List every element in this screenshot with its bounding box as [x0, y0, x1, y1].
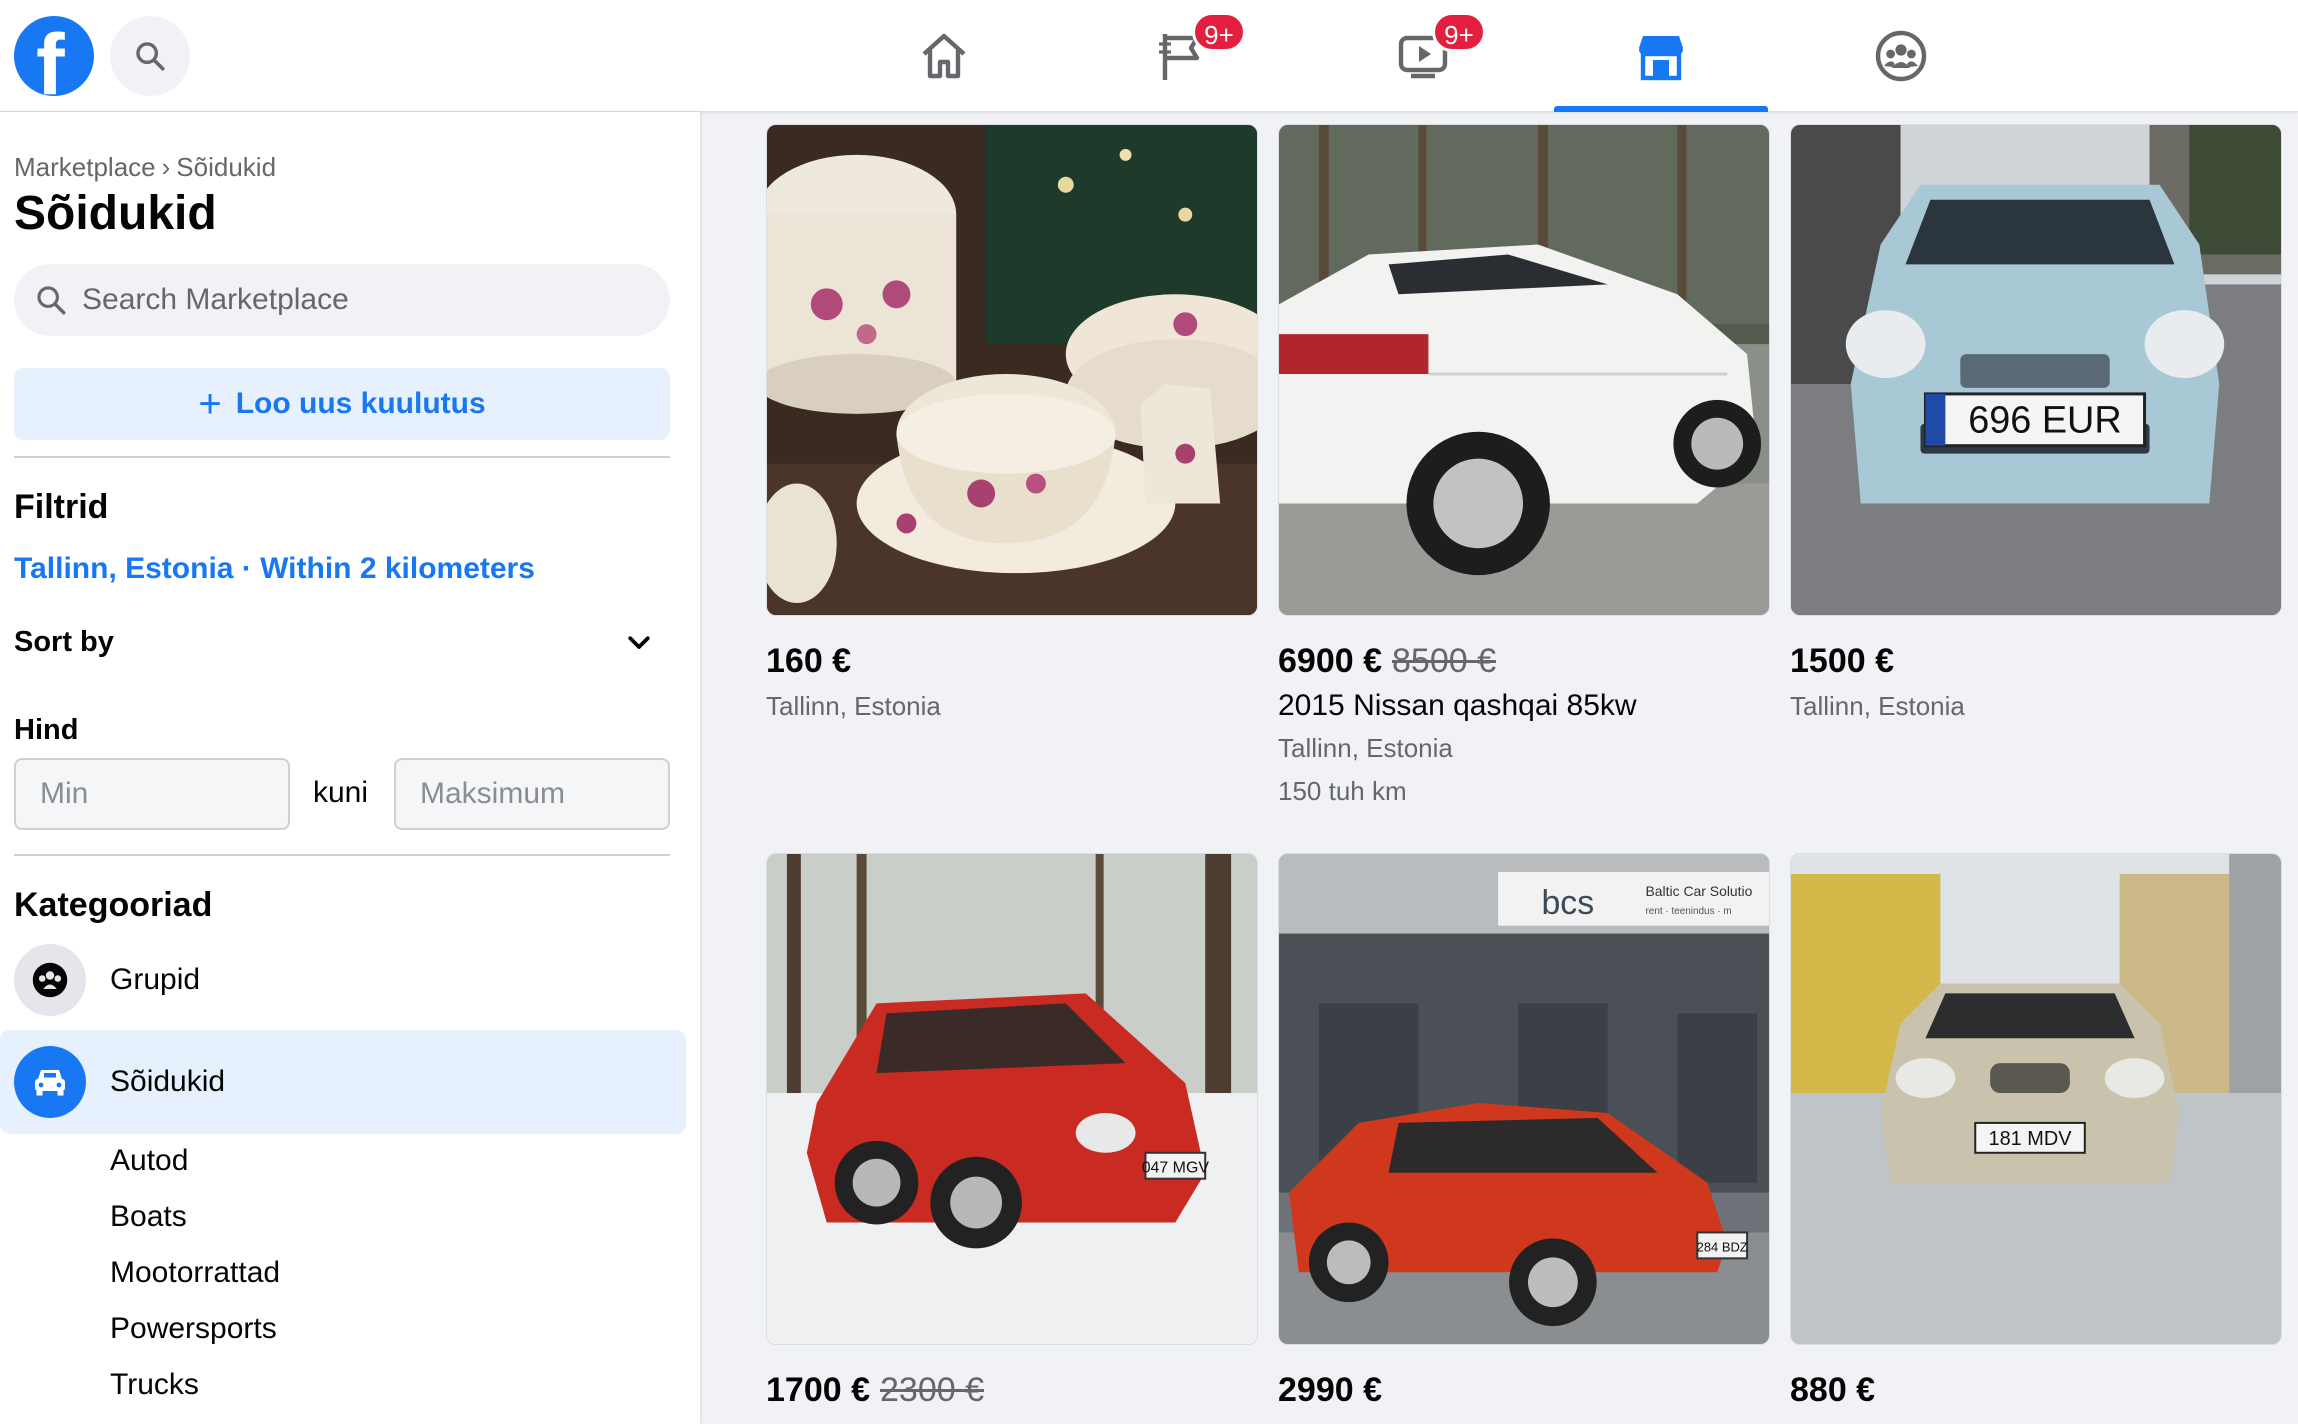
tab-marketplace[interactable]	[1554, 0, 1768, 112]
top-navigation-bar: f 9+ 9+	[0, 0, 2298, 112]
tab-pages[interactable]: 9+	[1076, 0, 1290, 112]
breadcrumb-marketplace[interactable]: Marketplace	[14, 152, 156, 182]
marketplace-icon	[1639, 36, 1683, 81]
groups-icon	[32, 962, 68, 998]
search-input[interactable]	[82, 283, 642, 317]
listing-price: 6900 € 8500 €	[1278, 642, 1770, 681]
plus-icon: +	[198, 381, 222, 426]
listing-image: 696 EUR	[1791, 125, 2281, 615]
notification-badge: 9+	[1192, 12, 1246, 52]
notification-badge: 9+	[1432, 12, 1486, 52]
facebook-logo[interactable]: f	[14, 16, 94, 96]
license-plate: 181 MDV	[1989, 1128, 2073, 1150]
listing-price: 2990 €	[1278, 1371, 1770, 1410]
marketplace-sidebar: Marketplace›Sõidukid Sõidukid + Loo uus …	[0, 112, 700, 1424]
current-price: 160 €	[766, 642, 852, 680]
listing-location: Tallinn, Estonia	[766, 691, 941, 721]
current-price: 1700 €	[766, 1371, 870, 1409]
subcategory-mootorrattad[interactable]: Mootorrattad	[110, 1256, 280, 1290]
listing-card[interactable]: 160 € Tallinn, Estonia	[766, 124, 1258, 722]
listing-card[interactable]: 047 MGV 1700 € 2300 €	[766, 853, 1258, 1410]
search-button[interactable]	[110, 16, 190, 96]
chevron-down-icon	[628, 636, 650, 649]
subcategory-boats[interactable]: Boats	[110, 1200, 187, 1234]
listing-card[interactable]: bcs Baltic Car Solutio rent · teenindus …	[1278, 853, 1770, 1410]
listing-photo[interactable]	[766, 124, 1258, 616]
listing-photo[interactable]: bcs Baltic Car Solutio rent · teenindus …	[1278, 853, 1770, 1345]
car-icon	[35, 1070, 65, 1096]
divider	[14, 854, 670, 856]
sort-by-label: Sort by	[14, 625, 114, 658]
category-label: Sõidukid	[110, 1065, 226, 1098]
listing-image: bcs Baltic Car Solutio rent · teenindus …	[1279, 854, 1769, 1344]
listing-title: 2015 Nissan qashqai 85kw	[1278, 689, 1637, 722]
listing-card[interactable]: 181 MDV 880 €	[1790, 853, 2282, 1410]
subcategory-powersports[interactable]: Powersports	[110, 1312, 277, 1346]
search-icon	[37, 286, 66, 315]
listing-image: 181 MDV	[1791, 854, 2281, 1344]
divider	[14, 456, 670, 458]
current-price: 1500 €	[1790, 642, 1894, 680]
categories-title: Kategooriad	[14, 886, 213, 924]
listing-photo[interactable]: 047 MGV	[766, 853, 1258, 1345]
location-filter-link[interactable]: Tallinn, Estonia · Within 2 kilometers	[14, 552, 535, 586]
listing-image	[767, 125, 1257, 615]
breadcrumb-current: Sõidukid	[176, 152, 277, 182]
subcategory-trucks[interactable]: Trucks	[110, 1368, 199, 1402]
listing-photo[interactable]: 181 MDV	[1790, 853, 2282, 1345]
listing-photo[interactable]	[1278, 124, 1770, 616]
tab-groups[interactable]	[1794, 0, 2008, 112]
original-price: 8500 €	[1392, 642, 1496, 680]
listing-image: 047 MGV	[767, 854, 1257, 1344]
listing-location: Tallinn, Estonia	[1278, 733, 1453, 763]
price-min-input[interactable]	[14, 758, 290, 830]
create-listing-label: Loo uus kuulutus	[235, 387, 486, 420]
sign-subtext: rent · teenindus · m	[1646, 906, 1732, 917]
marketplace-search[interactable]	[14, 264, 670, 336]
listing-mileage: 150 tuh km	[1278, 776, 1407, 806]
price-to-label: kuni	[313, 776, 369, 809]
listing-card[interactable]: 696 EUR 1500 € Tallinn, Estonia	[1790, 124, 2282, 722]
listing-price: 1500 €	[1790, 642, 2282, 681]
home-icon	[922, 33, 966, 79]
listing-price: 880 €	[1790, 1371, 2282, 1410]
listing-card[interactable]: 6900 € 8500 € 2015 Nissan qashqai 85kw Ta…	[1278, 124, 1770, 807]
sign-logo: bcs	[1541, 884, 1594, 922]
category-grupid[interactable]: Grupid	[0, 928, 686, 1032]
original-price: 2300 €	[880, 1371, 984, 1409]
sign-text: Baltic Car Solutio	[1646, 883, 1753, 899]
listing-image	[1279, 125, 1769, 615]
groups-icon	[1875, 30, 1927, 82]
current-price: 880 €	[1790, 1371, 1876, 1409]
search-icon	[136, 42, 165, 71]
current-price: 6900 €	[1278, 642, 1382, 680]
tab-home[interactable]	[837, 0, 1051, 112]
page-title: Sõidukid	[14, 187, 217, 240]
price-max-input[interactable]	[394, 758, 670, 830]
license-plate: 284 BDZ	[1697, 1239, 1748, 1254]
create-listing-button[interactable]: + Loo uus kuulutus	[14, 368, 670, 440]
tab-watch[interactable]: 9+	[1316, 0, 1530, 112]
listing-location: Tallinn, Estonia	[1790, 691, 1965, 721]
license-plate: 696 EUR	[1968, 400, 2122, 442]
listing-price: 1700 € 2300 €	[766, 1371, 1258, 1410]
filters-title: Filtrid	[14, 488, 109, 526]
category-soidukid[interactable]: Sõidukid	[0, 1030, 686, 1134]
license-plate: 047 MGV	[1142, 1160, 1210, 1177]
listing-price: 160 €	[766, 642, 1258, 681]
breadcrumb-separator: ›	[161, 152, 171, 182]
current-price: 2990 €	[1278, 1371, 1382, 1409]
category-label: Grupid	[110, 963, 201, 996]
price-title: Hind	[14, 714, 79, 746]
subcategory-autod[interactable]: Autod	[110, 1144, 188, 1178]
breadcrumb: Marketplace › Sõidukid	[14, 152, 276, 183]
sort-by-dropdown[interactable]: Sort by	[14, 612, 654, 672]
listing-photo[interactable]: 696 EUR	[1790, 124, 2282, 616]
